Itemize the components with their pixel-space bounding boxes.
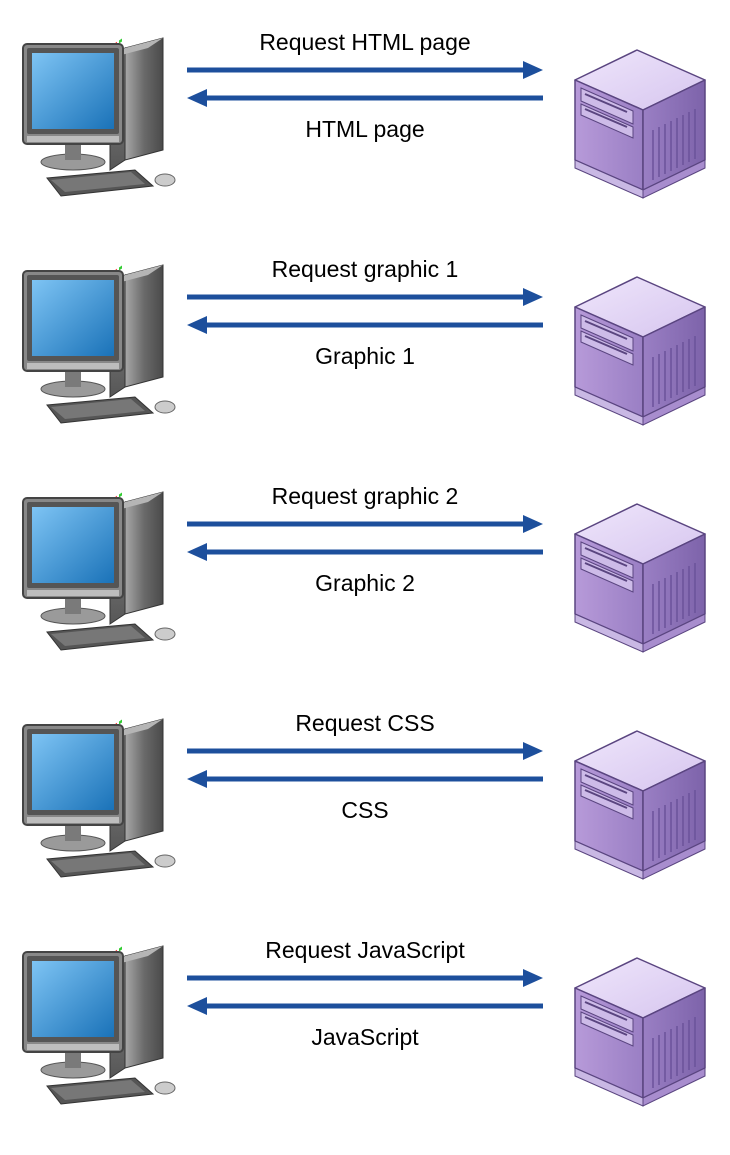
server-node — [555, 948, 715, 1113]
message-arrows: Request HTML page HTML page — [185, 30, 545, 143]
request-label: Request graphic 1 — [185, 257, 545, 282]
arrow-right-icon — [185, 969, 545, 987]
client-computer-icon — [15, 30, 185, 200]
arrow-left-icon — [185, 770, 545, 788]
response-label: CSS — [185, 798, 545, 823]
arrow-left-icon — [185, 997, 545, 1015]
exchange-row: Request graphic 2 Graphic 2 — [10, 464, 720, 679]
response-label: HTML page — [185, 117, 545, 142]
server-node — [555, 494, 715, 659]
message-arrows: Request CSS CSS — [185, 711, 545, 824]
client-node — [15, 484, 185, 659]
arrow-right-icon — [185, 515, 545, 533]
server-icon — [555, 948, 715, 1108]
server-node — [555, 267, 715, 432]
client-node — [15, 938, 185, 1113]
server-node — [555, 721, 715, 886]
exchange-row: Request HTML page HTML page — [10, 10, 720, 225]
arrow-right-icon — [185, 288, 545, 306]
arrow-left-icon — [185, 316, 545, 334]
arrow-left-icon — [185, 89, 545, 107]
server-icon — [555, 267, 715, 427]
message-arrows: Request JavaScript JavaScript — [185, 938, 545, 1051]
exchange-row: Request CSS CSS — [10, 691, 720, 906]
client-node — [15, 30, 185, 205]
arrow-left-icon — [185, 543, 545, 561]
message-arrows: Request graphic 2 Graphic 2 — [185, 484, 545, 597]
response-label: Graphic 1 — [185, 344, 545, 369]
client-computer-icon — [15, 711, 185, 881]
client-computer-icon — [15, 938, 185, 1108]
server-icon — [555, 721, 715, 881]
server-icon — [555, 40, 715, 200]
client-node — [15, 711, 185, 886]
request-label: Request JavaScript — [185, 938, 545, 963]
message-arrows: Request graphic 1 Graphic 1 — [185, 257, 545, 370]
response-label: Graphic 2 — [185, 571, 545, 596]
exchange-row: Request graphic 1 Graphic 1 — [10, 237, 720, 452]
arrow-right-icon — [185, 742, 545, 760]
request-label: Request graphic 2 — [185, 484, 545, 509]
client-computer-icon — [15, 257, 185, 427]
arrow-right-icon — [185, 61, 545, 79]
client-node — [15, 257, 185, 432]
server-icon — [555, 494, 715, 654]
exchange-row: Request JavaScript JavaScript — [10, 918, 720, 1133]
request-label: Request HTML page — [185, 30, 545, 55]
server-node — [555, 40, 715, 205]
client-computer-icon — [15, 484, 185, 654]
request-label: Request CSS — [185, 711, 545, 736]
response-label: JavaScript — [185, 1025, 545, 1050]
